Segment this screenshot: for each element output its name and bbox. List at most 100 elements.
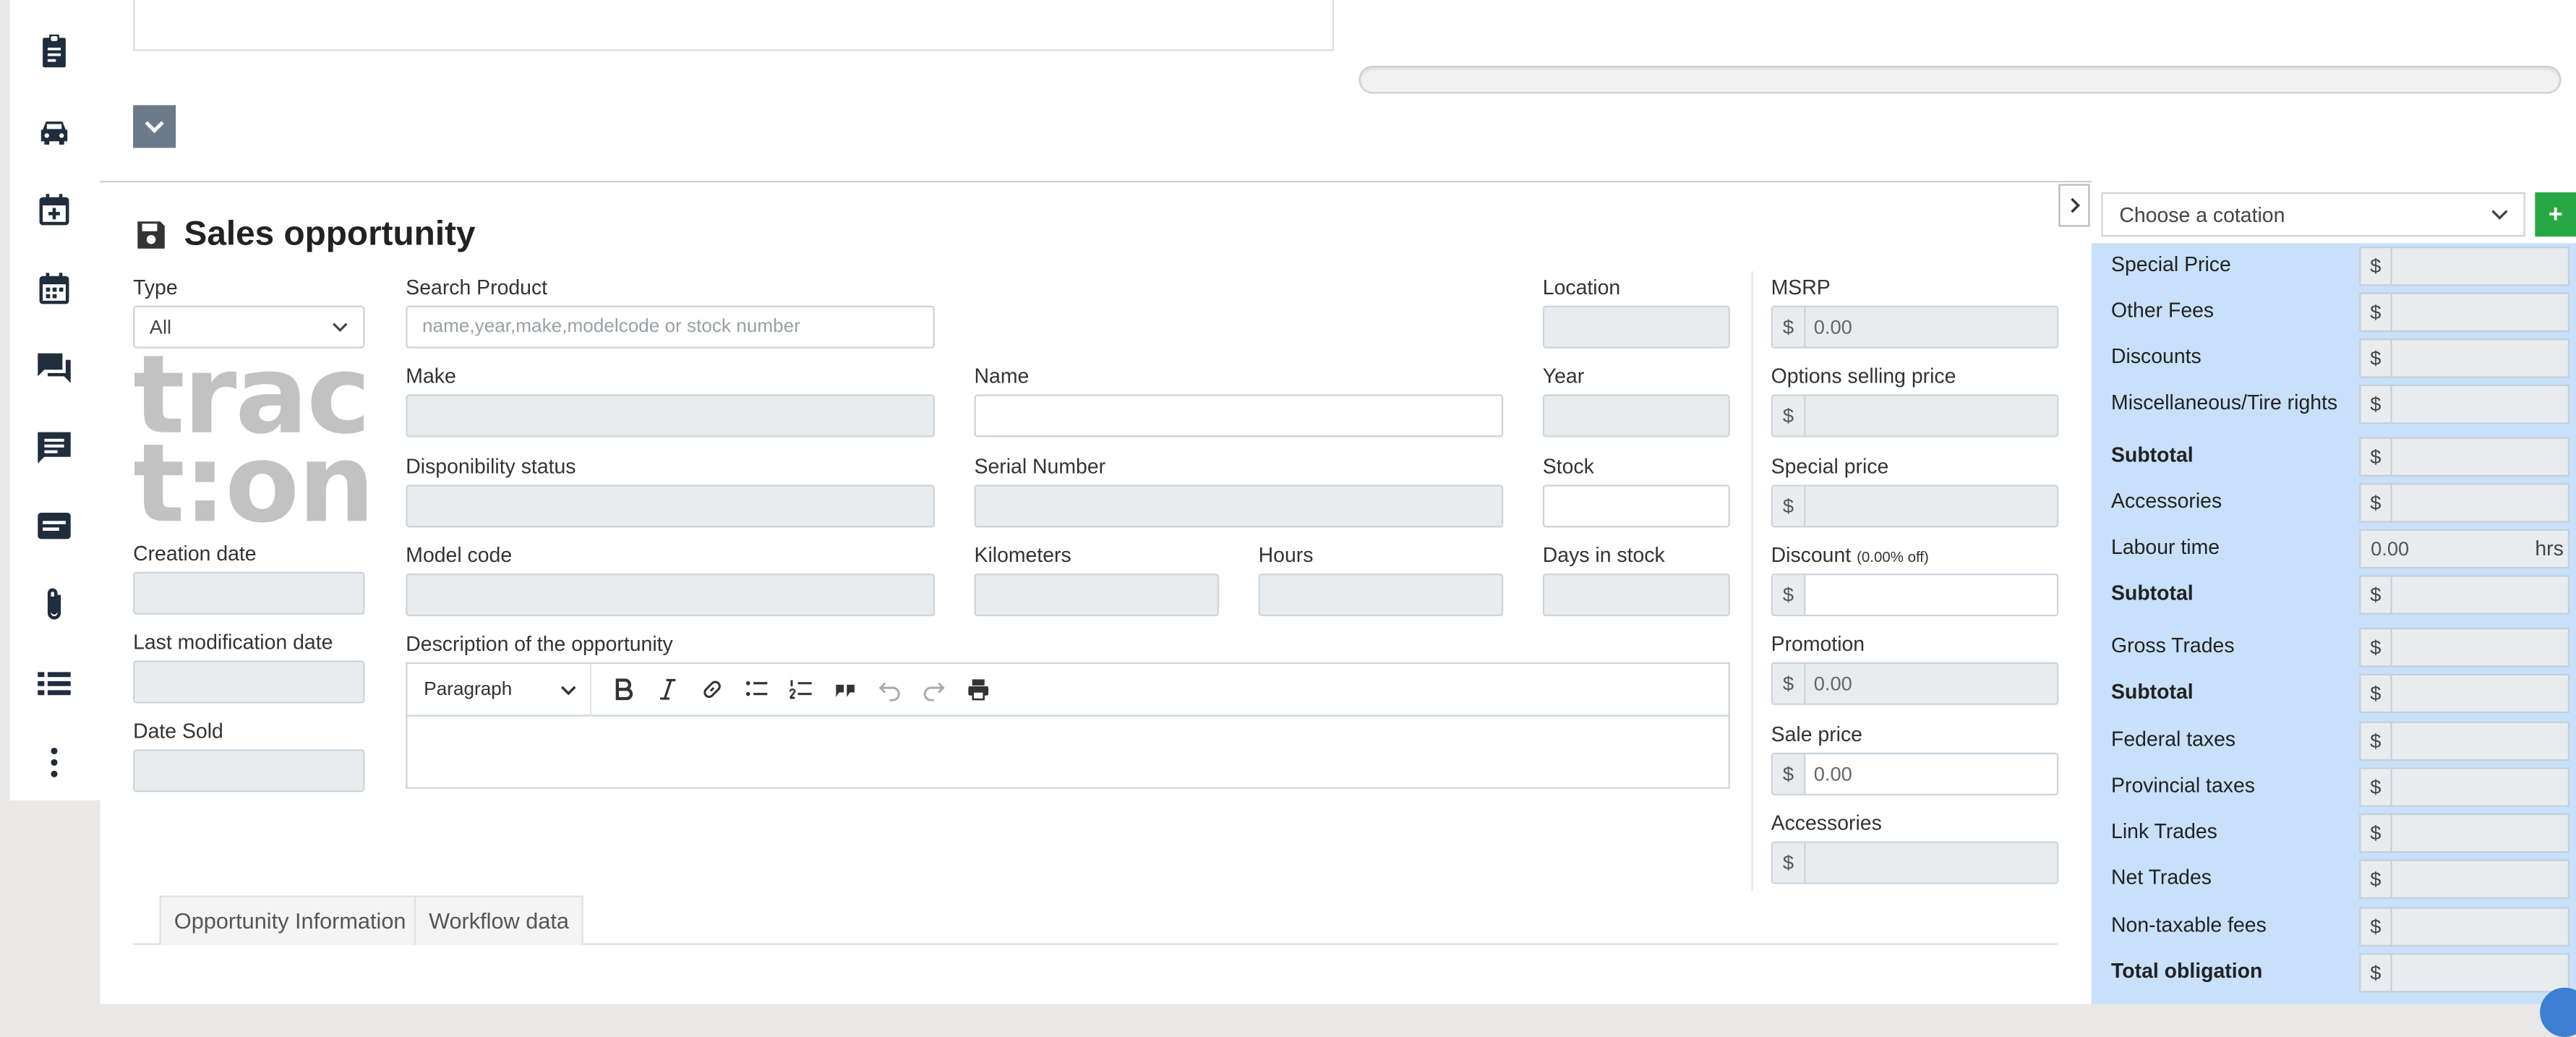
- chevron-right-icon: [2070, 197, 2079, 213]
- calendar-icon[interactable]: [33, 268, 75, 310]
- kilometers-field[interactable]: [974, 573, 1220, 617]
- cotation-row-input[interactable]: $: [2359, 246, 2570, 286]
- cotation-row-value: [2392, 439, 2568, 475]
- cotation-row-label: Net Trades: [2111, 866, 2212, 889]
- days-in-stock-field[interactable]: [1542, 573, 1730, 617]
- currency-symbol: $: [2361, 955, 2392, 991]
- disponibility-field[interactable]: [406, 485, 935, 528]
- currency-symbol: $: [2361, 908, 2392, 945]
- currency-symbol: $: [2361, 769, 2392, 806]
- horizontal-scrollbar[interactable]: [1358, 65, 2562, 94]
- cotation-select[interactable]: Choose a cotation: [2101, 192, 2525, 237]
- top-panel: [133, 0, 1335, 51]
- cotation-row-label: Subtotal: [2111, 443, 2194, 467]
- cotation-row-value: [2392, 723, 2568, 759]
- cotation-row-input[interactable]: $: [2359, 575, 2570, 615]
- cotation-row-input[interactable]: $: [2359, 437, 2570, 477]
- more-vertical-icon[interactable]: [33, 741, 75, 784]
- cotation-row: Subtotal $: [2092, 572, 2576, 618]
- list-icon[interactable]: [33, 662, 75, 705]
- cotation-row-input[interactable]: $: [2359, 384, 2570, 424]
- accessories-field[interactable]: $: [1771, 841, 2059, 884]
- chat-bubbles-icon[interactable]: [33, 346, 75, 389]
- card-icon[interactable]: [33, 505, 75, 547]
- location-label: Location: [1542, 276, 1621, 299]
- options-price-label: Options selling price: [1771, 364, 1956, 388]
- cotation-row-input[interactable]: $: [2359, 673, 2570, 714]
- options-price-field[interactable]: $: [1771, 394, 2059, 438]
- creation-date-field[interactable]: [133, 571, 365, 615]
- currency-symbol: $: [2361, 815, 2392, 852]
- cotation-row: Accessories $: [2092, 480, 2576, 526]
- sale-price-field[interactable]: $0.00: [1771, 752, 2059, 795]
- calendar-plus-icon[interactable]: [33, 189, 75, 231]
- make-label: Make: [406, 364, 456, 388]
- last-modification-field[interactable]: [133, 660, 365, 704]
- year-field[interactable]: [1542, 394, 1730, 438]
- link-button[interactable]: [690, 668, 734, 711]
- year-label: Year: [1542, 364, 1585, 388]
- description-label: Description of the opportunity: [406, 632, 673, 656]
- cotation-row-input[interactable]: $: [2359, 859, 2570, 900]
- cotation-row-input[interactable]: $: [2359, 338, 2570, 378]
- cotation-row-input[interactable]: 0.00 hrs: [2359, 529, 2570, 569]
- logo-line-2: t:on: [133, 420, 375, 547]
- cotation-row-value: [2392, 248, 2568, 284]
- page-title-text: Sales opportunity: [184, 215, 476, 253]
- cotation-row-value: [2392, 340, 2568, 376]
- msrp-value: 0.00: [1813, 315, 1852, 339]
- currency-symbol: $: [2361, 438, 2392, 475]
- print-button[interactable]: [957, 668, 1001, 711]
- undo-button[interactable]: [868, 668, 912, 711]
- bulleted-list-button[interactable]: [735, 668, 779, 711]
- special-price-field[interactable]: $: [1771, 485, 2059, 528]
- quote-icon: [836, 684, 855, 697]
- discount-note: (0.00% off): [1857, 548, 1929, 566]
- msrp-field[interactable]: $0.00: [1771, 305, 2059, 349]
- italic-button[interactable]: [646, 668, 690, 711]
- model-code-field[interactable]: [406, 573, 935, 617]
- serial-number-field[interactable]: [974, 485, 1504, 528]
- tab-workflow-data[interactable]: Workflow data: [414, 895, 584, 945]
- cotation-row-label: Provincial taxes: [2111, 774, 2255, 798]
- cotation-row-input[interactable]: $: [2359, 628, 2570, 667]
- cotation-row-input[interactable]: $: [2359, 721, 2570, 761]
- numbered-list-button[interactable]: [779, 668, 823, 711]
- date-sold-field[interactable]: [133, 749, 365, 793]
- car-icon[interactable]: [33, 110, 75, 153]
- search-product-label: Search Product: [406, 276, 548, 299]
- page-title: Sales opportunity: [133, 212, 476, 258]
- tab-opportunity-information[interactable]: Opportunity Information: [159, 895, 421, 945]
- cotation-row-input[interactable]: $: [2359, 483, 2570, 523]
- description-editor[interactable]: Paragraph: [406, 662, 1730, 789]
- panel-toggle-button[interactable]: [2058, 184, 2090, 227]
- paragraph-select[interactable]: Paragraph: [408, 662, 592, 716]
- stock-field[interactable]: [1542, 485, 1730, 528]
- bold-button[interactable]: [602, 668, 646, 711]
- clipboard-icon[interactable]: [33, 30, 75, 72]
- chevron-down-icon: [145, 121, 164, 134]
- redo-button[interactable]: [912, 668, 956, 711]
- collapse-button[interactable]: [133, 105, 176, 148]
- discount-field[interactable]: $: [1771, 573, 2059, 617]
- hours-field[interactable]: [1258, 573, 1504, 617]
- kilometers-label: Kilometers: [974, 544, 1071, 567]
- quote-button[interactable]: [823, 668, 867, 711]
- cotation-row-label: Link Trades: [2111, 819, 2217, 843]
- cotation-row-input[interactable]: $: [2359, 767, 2570, 807]
- location-field[interactable]: [1542, 305, 1730, 349]
- cotation-row-label: Gross Trades: [2111, 634, 2235, 657]
- add-cotation-button[interactable]: +: [2535, 192, 2576, 237]
- name-field[interactable]: [974, 394, 1504, 438]
- divider: [100, 180, 2092, 183]
- cotation-row-input[interactable]: $: [2359, 813, 2570, 853]
- search-product-input[interactable]: [406, 305, 935, 349]
- make-field[interactable]: [406, 394, 935, 438]
- paperclip-icon[interactable]: [33, 584, 75, 626]
- cotation-row-input[interactable]: $: [2359, 907, 2570, 947]
- cotation-row-value: [2392, 294, 2568, 330]
- cotation-row-input[interactable]: $: [2359, 292, 2570, 333]
- comment-list-icon[interactable]: [33, 426, 75, 469]
- promotion-field[interactable]: $0.00: [1771, 662, 2059, 705]
- cotation-row-input[interactable]: $: [2359, 952, 2570, 993]
